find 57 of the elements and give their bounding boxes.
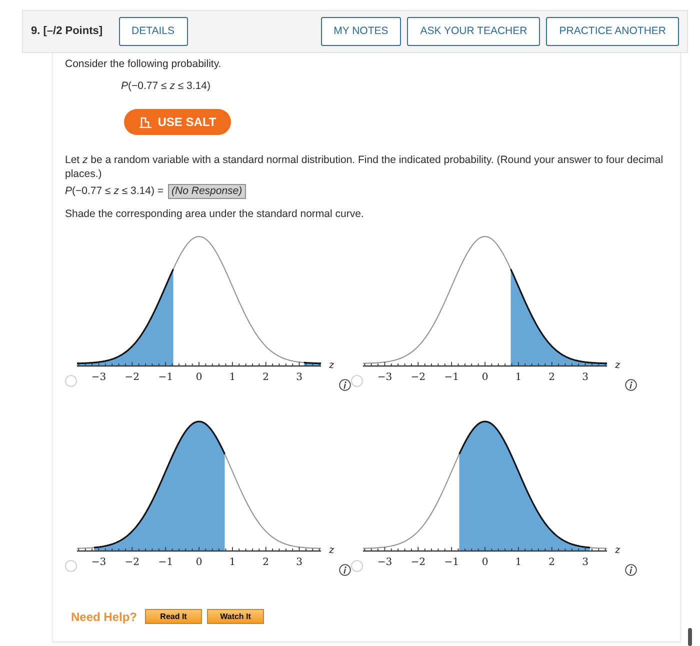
tick-label: 1: [229, 372, 236, 383]
answer-field[interactable]: (No Response): [168, 184, 246, 198]
axis-label: z: [615, 360, 620, 371]
help-button[interactable]: Watch It: [207, 609, 264, 624]
tick-label: 2: [262, 557, 270, 568]
tick-label: 2: [548, 557, 556, 568]
info-icon[interactable]: [339, 379, 351, 391]
use-salt-button[interactable]: USE SALT: [124, 109, 231, 135]
tick-label: −1: [444, 372, 459, 383]
tick-label: −2: [124, 557, 140, 568]
radio-button[interactable]: [65, 560, 77, 572]
header-button[interactable]: PRACTICE ANOTHER: [546, 17, 679, 46]
info-icon[interactable]: [625, 564, 637, 576]
tick-label: 3: [296, 372, 302, 383]
tick-label: −3: [377, 372, 392, 383]
tick-label: −2: [124, 372, 140, 383]
info-icon[interactable]: [339, 564, 351, 576]
tick-label: 0: [482, 372, 488, 383]
radio-button[interactable]: [65, 375, 77, 387]
shade-prompt-text: Shade the corresponding area under the standard normal curve.: [65, 207, 365, 221]
tick-label: −1: [444, 557, 459, 568]
tick-label: 0: [196, 372, 202, 383]
info-icon[interactable]: [625, 379, 637, 391]
radio-button[interactable]: [351, 560, 363, 572]
help-button[interactable]: Read It: [145, 609, 202, 624]
tick-label: 2: [262, 372, 270, 383]
tick-label: −3: [377, 557, 392, 568]
intro-text: Consider the following probability.: [65, 57, 222, 71]
question-title: 9. [–/2 Points]: [31, 24, 103, 40]
bar-outline-icon: [138, 116, 152, 128]
tick-label: 3: [582, 557, 588, 568]
tick-label: −2: [410, 557, 426, 568]
tick-label: 1: [515, 557, 522, 568]
probability-expression: P(−0.77 ≤ z ≤ 3.14): [121, 79, 212, 93]
instructions-text: Let z be a random variable with a standard normal distribution. Find the indicated probability. (Round your answer to four decimal places.): [65, 153, 664, 181]
radio-button[interactable]: [351, 375, 363, 387]
tick-label: −3: [91, 372, 106, 383]
tick-label: 0: [482, 557, 488, 568]
axis-label: z: [329, 545, 334, 556]
details-button[interactable]: DETAILS: [118, 17, 188, 46]
tick-label: 3: [582, 372, 588, 383]
header-button[interactable]: ASK YOUR TEACHER: [407, 17, 540, 46]
tick-label: −1: [158, 557, 173, 568]
answer-label: P(−0.77 ≤ z ≤ 3.14) =: [65, 184, 164, 198]
tick-label: −1: [158, 372, 173, 383]
tick-label: −2: [410, 372, 426, 383]
tick-label: 0: [196, 557, 202, 568]
axis-label: z: [329, 360, 334, 371]
axis-label: z: [615, 545, 620, 556]
tick-label: 3: [296, 557, 302, 568]
tick-label: 2: [548, 372, 556, 383]
tick-label: 1: [229, 557, 236, 568]
tick-label: 1: [515, 372, 522, 383]
tick-label: −3: [91, 557, 106, 568]
need-help-label: Need Help?: [71, 610, 138, 624]
header-button[interactable]: MY NOTES: [320, 17, 402, 46]
scrollbar-thumb[interactable]: [688, 628, 692, 646]
